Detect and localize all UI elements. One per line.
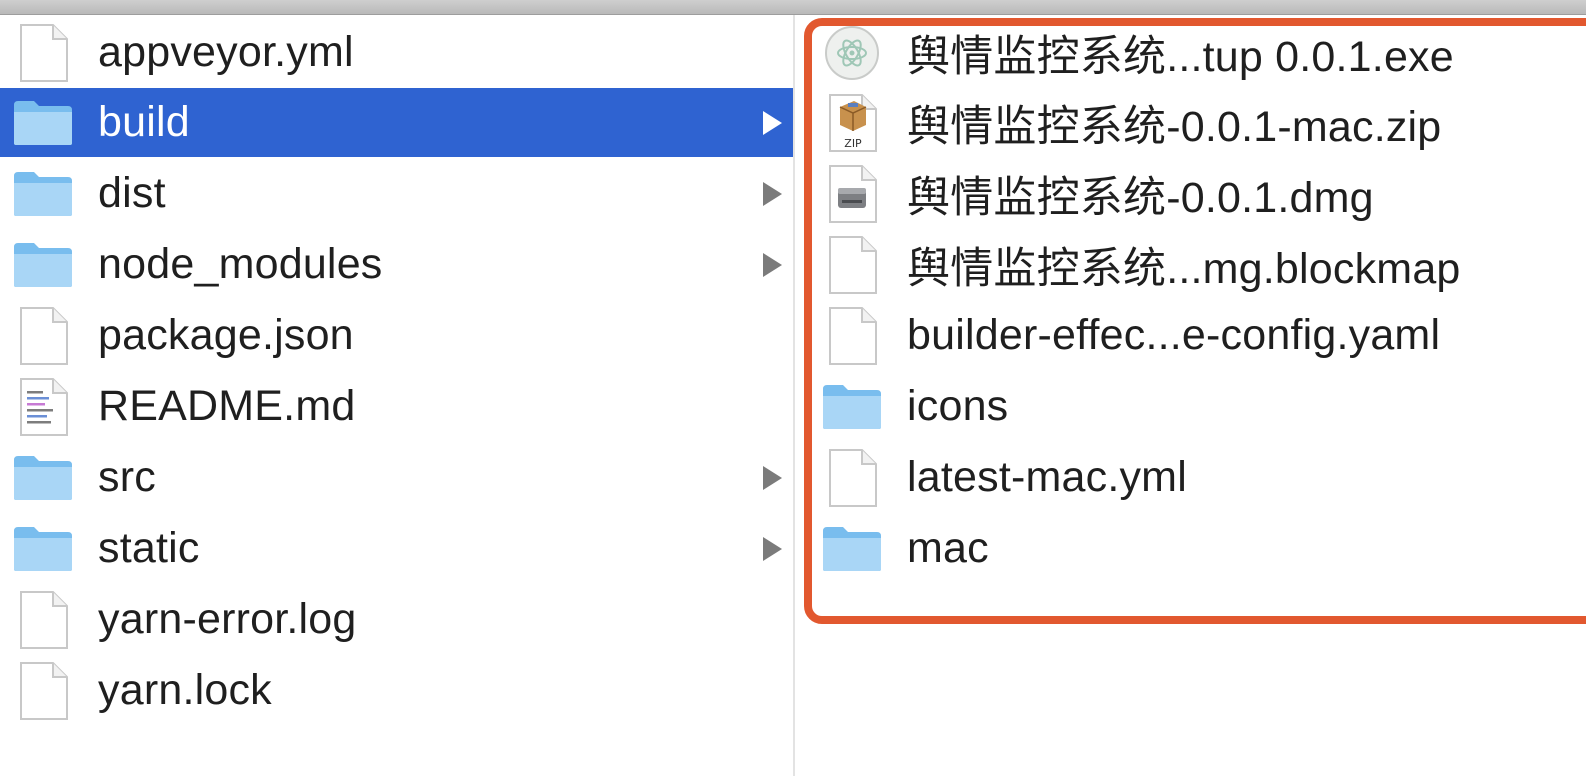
item-label: 舆情监控系统-0.0.1-mac.zip: [907, 102, 1442, 151]
chevron-right-icon: [763, 536, 782, 561]
item-label: mac: [907, 524, 989, 572]
document-icon: [0, 590, 86, 650]
svg-text:ZIP: ZIP: [844, 137, 862, 150]
disk-image-icon: [809, 164, 895, 224]
item-label: package.json: [98, 311, 354, 359]
list-item-blockmap[interactable]: 舆情监控系统...mg.blockmap: [795, 230, 1586, 299]
item-label: static: [98, 524, 200, 572]
item-label: src: [98, 453, 156, 501]
list-item-yarn-error-log[interactable]: yarn-error.log: [0, 585, 793, 654]
electron-app-icon: [809, 24, 895, 82]
list-item-static[interactable]: static: [0, 514, 793, 583]
document-icon: [809, 306, 895, 366]
list-item-node-modules[interactable]: node_modules: [0, 230, 793, 299]
item-label: appveyor.yml: [98, 28, 354, 76]
list-item-builder-config[interactable]: builder-effec...e-config.yaml: [795, 301, 1586, 370]
finder-column-build[interactable]: 舆情监控系统...tup 0.0.1.exe ZIP 舆情监控系统-0.0.1-…: [795, 15, 1586, 776]
item-label: 舆情监控系统-0.0.1.dmg: [907, 173, 1374, 222]
item-label: dist: [98, 169, 166, 217]
window-top-edge: [0, 0, 1586, 15]
chevron-right-icon: [763, 465, 782, 490]
list-item-package-json[interactable]: package.json: [0, 301, 793, 370]
chevron-right-icon: [763, 252, 782, 277]
document-icon: [0, 23, 86, 83]
document-icon: [809, 235, 895, 295]
document-icon: [0, 306, 86, 366]
item-label: README.md: [98, 382, 356, 430]
zip-archive-icon: ZIP: [809, 93, 895, 153]
item-label: icons: [907, 382, 1009, 430]
folder-icon: [0, 454, 86, 502]
folder-icon: [809, 383, 895, 431]
folder-icon: [0, 170, 86, 218]
list-item-appveyor[interactable]: appveyor.yml: [0, 18, 793, 87]
text-document-icon: [0, 377, 86, 437]
list-item-mac[interactable]: mac: [795, 514, 1586, 583]
list-item-icons[interactable]: icons: [795, 372, 1586, 441]
folder-icon: [0, 99, 86, 147]
finder-column-project[interactable]: appveyor.yml build dist node_modules pac…: [0, 15, 793, 776]
item-label: build: [98, 98, 190, 146]
list-item-build[interactable]: build: [0, 88, 793, 157]
item-label: 舆情监控系统...mg.blockmap: [907, 244, 1461, 293]
list-item-dmg[interactable]: 舆情监控系统-0.0.1.dmg: [795, 159, 1586, 228]
folder-icon: [0, 241, 86, 289]
folder-icon: [809, 525, 895, 573]
list-item-latest-mac[interactable]: latest-mac.yml: [795, 443, 1586, 512]
item-label: 舆情监控系统...tup 0.0.1.exe: [907, 32, 1454, 81]
list-item-setup-exe[interactable]: 舆情监控系统...tup 0.0.1.exe: [795, 18, 1586, 87]
folder-icon: [0, 525, 86, 573]
list-item-dist[interactable]: dist: [0, 159, 793, 228]
list-item-yarn-lock[interactable]: yarn.lock: [0, 656, 793, 725]
item-label: yarn.lock: [98, 666, 272, 714]
chevron-right-icon: [763, 110, 782, 135]
list-item-readme[interactable]: README.md: [0, 372, 793, 441]
document-icon: [809, 448, 895, 508]
document-icon: [0, 661, 86, 721]
item-label: builder-effec...e-config.yaml: [907, 311, 1441, 359]
item-label: latest-mac.yml: [907, 453, 1187, 501]
item-label: node_modules: [98, 240, 383, 288]
item-label: yarn-error.log: [98, 595, 357, 643]
list-item-mac-zip[interactable]: ZIP 舆情监控系统-0.0.1-mac.zip: [795, 88, 1586, 157]
list-item-src[interactable]: src: [0, 443, 793, 512]
chevron-right-icon: [763, 181, 782, 206]
